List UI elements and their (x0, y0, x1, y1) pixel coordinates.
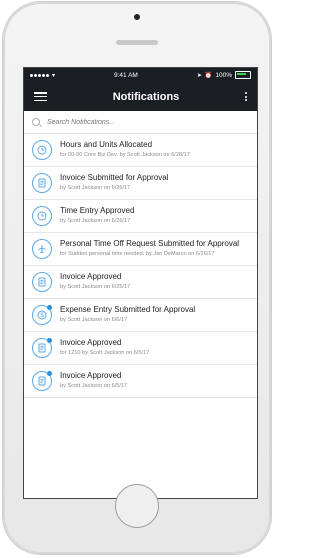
document-icon (32, 272, 52, 292)
notification-subtitle: by Scott Jackson on 6/6/17 (60, 317, 128, 323)
notification-subtitle: by Scott Jackson on 6/25/17 (60, 284, 131, 290)
battery-icon (234, 71, 251, 79)
clock-icon (32, 206, 52, 226)
notification-item[interactable]: Time Entry Approved by Scott Jackson on 6… (24, 200, 257, 233)
notification-title: Invoice Submitted for Approval (60, 173, 169, 182)
notification-item[interactable]: Invoice Submitted for Approval by Scott J… (24, 167, 257, 200)
notification-subtitle: for 1210 by Scott Jackson on 6/5/17 (60, 350, 150, 356)
notification-list: Hours and Units Allocated for 00-00 Core … (24, 134, 257, 398)
status-bar: ▾ 9:41 AM ➤ ⏰ 100% (24, 68, 257, 82)
notification-item[interactable]: Hours and Units Allocated for 00-00 Core … (24, 134, 257, 167)
signal-icon (30, 73, 49, 77)
notification-item[interactable]: Invoice Approved by Scott Jackson on 6/5/… (24, 365, 257, 398)
notification-title: Invoice Approved (60, 338, 122, 347)
location-icon: ➤ (196, 72, 202, 79)
airplane-icon (32, 239, 52, 259)
notification-subtitle: by Scott Jackson on 6/26/17 (60, 185, 131, 191)
notification-title: Time Entry Approved (60, 206, 135, 215)
more-options-icon[interactable] (245, 92, 247, 101)
document-icon (32, 173, 52, 193)
notification-item[interactable]: Invoice Approved by Scott Jackson on 6/25… (24, 266, 257, 299)
app-screen: ▾ 9:41 AM ➤ ⏰ 100% Notifications Hours a… (23, 67, 258, 499)
search-icon (32, 118, 40, 126)
notification-title: Hours and Units Allocated (60, 140, 153, 149)
unread-dot (47, 371, 52, 376)
nav-bar: Notifications (24, 82, 257, 111)
notification-title: Invoice Approved (60, 371, 122, 380)
wifi-icon: ▾ (52, 72, 56, 79)
notification-title: Expense Entry Submitted for Approval (60, 305, 196, 314)
alarm-icon: ⏰ (204, 72, 213, 79)
unread-dot (47, 305, 52, 310)
notification-subtitle: for 00-00 Core Biz Dev. by Scott Jackson… (60, 152, 190, 158)
battery-percent: 100% (215, 71, 232, 79)
unread-dot (47, 338, 52, 343)
clock-icon (32, 140, 52, 160)
notification-item[interactable]: Invoice Approved for 1210 by Scott Jackso… (24, 332, 257, 365)
notification-title: Invoice Approved (60, 272, 122, 281)
notification-subtitle: for Sudden personal time needed. by Jan … (60, 251, 215, 257)
notification-item[interactable]: $ Expense Entry Submitted for Approval by … (24, 299, 257, 332)
search-bar (24, 111, 257, 134)
phone-frame: ▾ 9:41 AM ➤ ⏰ 100% Notifications Hours a… (3, 2, 271, 554)
notification-subtitle: by Scott Jackson on 6/26/17 (60, 218, 131, 224)
notification-item[interactable]: Personal Time Off Request Submitted for … (24, 233, 257, 266)
page-title: Notifications (112, 90, 180, 103)
status-time: 9:41 AM (114, 71, 138, 79)
search-input[interactable] (45, 117, 229, 127)
home-button[interactable] (115, 484, 159, 528)
front-camera (134, 14, 140, 20)
notification-title: Personal Time Off Request Submitted for … (60, 239, 240, 248)
menu-icon[interactable] (34, 92, 47, 101)
notification-subtitle: by Scott Jackson on 6/5/17 (60, 383, 128, 389)
earpiece-speaker (116, 40, 158, 45)
